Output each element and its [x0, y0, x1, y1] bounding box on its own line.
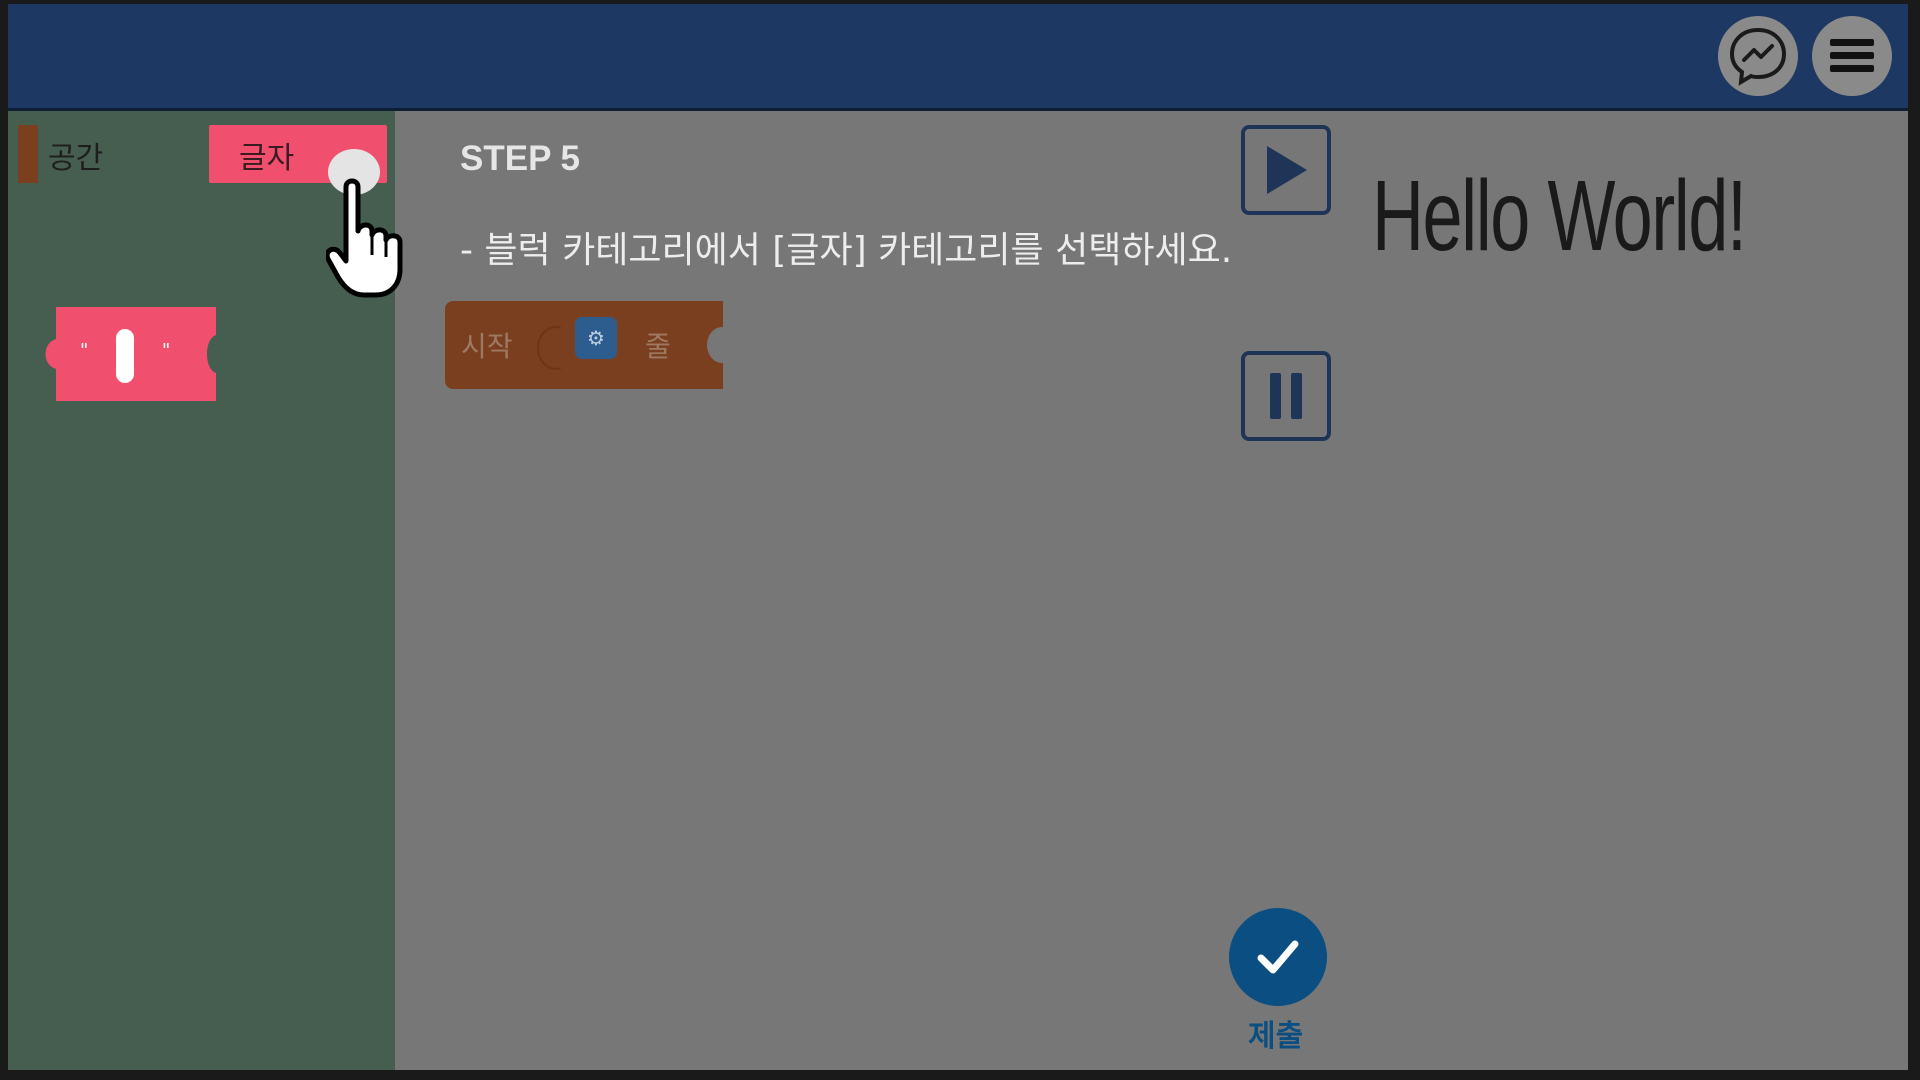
line-block-notch — [707, 327, 737, 363]
step-title: STEP 5 — [460, 139, 580, 178]
gear-icon[interactable]: ⚙ — [575, 317, 617, 359]
top-bar — [8, 4, 1908, 111]
submit-label[interactable]: 제출 — [1248, 1011, 1303, 1055]
line-block[interactable]: ⚙ 줄 — [561, 301, 737, 389]
open-quote: " — [80, 340, 88, 361]
pause-button[interactable] — [1241, 351, 1331, 441]
hamburger-menu-icon — [1830, 39, 1874, 72]
submit-button[interactable] — [1229, 908, 1327, 1006]
checkmark-icon — [1257, 940, 1299, 974]
app-frame: 공간 글자 " " STEP 5 - 블럭 카테고리에서 [글자] 카테고리를 … — [8, 4, 1908, 1070]
messenger-button[interactable] — [1718, 16, 1798, 96]
category-space[interactable]: 공간 — [48, 133, 103, 177]
category-text-label: 글자 — [239, 141, 295, 176]
close-quote: " — [162, 340, 170, 361]
output-text: Hello World! — [1372, 160, 1747, 272]
instruction-text: - 블럭 카테고리에서 [글자] 카테고리를 선택하세요. — [460, 230, 1233, 271]
category-color-marker-space — [18, 125, 38, 183]
menu-button[interactable] — [1812, 16, 1892, 96]
block-category-sidebar: 공간 글자 " " — [8, 111, 403, 1070]
pause-icon — [1270, 373, 1302, 419]
start-block-label: 시작 — [461, 330, 513, 363]
start-block[interactable]: 시작 — [445, 301, 575, 389]
text-string-block[interactable]: " " — [36, 307, 222, 401]
line-block-label: 줄 — [645, 330, 671, 363]
workspace: STEP 5 - 블럭 카테고리에서 [글자] 카테고리를 선택하세요. 시작 … — [395, 111, 1908, 1070]
text-input-field[interactable] — [116, 329, 134, 383]
play-button[interactable] — [1241, 125, 1331, 215]
play-icon — [1267, 146, 1307, 194]
messenger-icon — [1729, 27, 1787, 86]
